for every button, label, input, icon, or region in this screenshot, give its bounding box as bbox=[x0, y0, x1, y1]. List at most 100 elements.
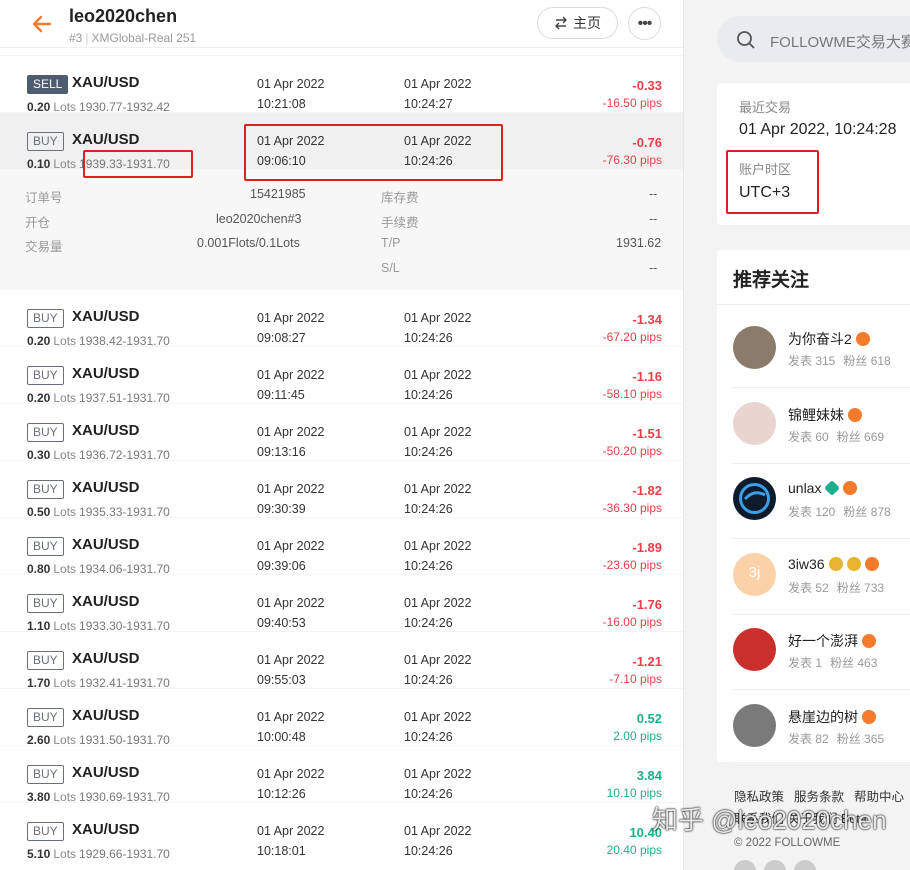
pips-value: -16.50 pips bbox=[602, 96, 662, 110]
avatar[interactable]: 3j bbox=[733, 552, 776, 596]
close-time: 10:24:26 bbox=[404, 331, 453, 345]
detail-swap-value: -- bbox=[649, 187, 658, 201]
trade-symbol: XAU/USD bbox=[72, 707, 140, 724]
user-name-row[interactable]: 为你奋斗2 bbox=[788, 329, 870, 349]
open-date: 01 Apr 2022 bbox=[257, 311, 325, 325]
user-stats: 发表 1 粉丝 463 bbox=[788, 654, 885, 671]
pips-value: -58.10 pips bbox=[602, 387, 662, 401]
avatar[interactable] bbox=[733, 628, 776, 671]
search-box[interactable]: FOLLOWME交易大赛 bbox=[717, 16, 910, 62]
pips-value: -50.20 pips bbox=[602, 444, 662, 458]
highlight-open-price bbox=[83, 150, 193, 178]
close-time: 10:24:26 bbox=[404, 844, 453, 858]
home-button[interactable]: 主页 bbox=[537, 7, 618, 39]
user-posts: 发表 120 bbox=[788, 505, 836, 519]
pk-icon bbox=[864, 556, 879, 571]
avatar[interactable] bbox=[733, 703, 776, 747]
recommended-user[interactable]: unlax 发表 120 粉丝 878 bbox=[733, 464, 910, 539]
trade-symbol: XAU/USD bbox=[72, 479, 140, 496]
open-time: 10:12:26 bbox=[257, 787, 306, 801]
account-number: #3 bbox=[69, 31, 83, 45]
copyright: © 2022 FOLLOWME bbox=[734, 837, 841, 849]
profit-loss: -1.34 bbox=[632, 312, 662, 327]
open-time: 10:21:08 bbox=[257, 97, 306, 111]
user-name[interactable]: 悬崖边的树 bbox=[788, 707, 858, 727]
trade-row[interactable]: BUY XAU/USD 1.10 Lots 1933.30-1931.70 01 Apr … bbox=[0, 574, 683, 633]
account-subtitle: #3 | XMGlobal-Real 251 bbox=[69, 31, 197, 45]
open-date: 01 Apr 2022 bbox=[257, 425, 325, 439]
user-name[interactable]: 锦鲤妹妹 bbox=[788, 405, 844, 425]
price-range: 1929.66-1931.70 bbox=[79, 847, 170, 861]
trade-row[interactable]: BUY XAU/USD 3.80 Lots 1930.69-1931.70 01 Apr … bbox=[0, 745, 683, 804]
user-name-row[interactable]: 悬崖边的树 bbox=[788, 707, 876, 727]
user-name-row[interactable]: 锦鲤妹妹 bbox=[788, 405, 862, 425]
trade-symbol: XAU/USD bbox=[72, 74, 140, 91]
trade-row[interactable]: BUY XAU/USD 1.70 Lots 1932.41-1931.70 01 Apr … bbox=[0, 631, 683, 690]
user-name[interactable]: 3iw36 bbox=[788, 556, 825, 572]
trade-detail-panel: 订单号 15421985 开仓 leo2020chen#3 交易量 0.001Flots/… bbox=[0, 169, 683, 289]
user-name[interactable]: 为你奋斗2 bbox=[788, 329, 852, 349]
user-name-row[interactable]: 好一个澎湃 bbox=[788, 631, 876, 651]
recent-trade-label: 最近交易 bbox=[739, 100, 792, 115]
trade-row[interactable]: BUY XAU/USD 2.60 Lots 1931.50-1931.70 01 Apr … bbox=[0, 688, 683, 747]
user-fans: 粉丝 618 bbox=[843, 354, 891, 368]
user-name[interactable]: 好一个澎湃 bbox=[788, 631, 858, 651]
side-badge: BUY bbox=[27, 651, 64, 670]
open-time: 09:39:06 bbox=[257, 559, 306, 573]
recommended-user[interactable]: 好一个澎湃发表 1 粉丝 463 bbox=[733, 615, 910, 690]
pk-icon bbox=[855, 332, 870, 346]
search-icon bbox=[737, 31, 755, 49]
close-date: 01 Apr 2022 bbox=[404, 710, 472, 724]
side-badge: BUY bbox=[27, 309, 64, 328]
pips-value: -7.10 pips bbox=[609, 672, 662, 686]
social-icon-3[interactable] bbox=[794, 860, 816, 870]
avatar[interactable] bbox=[733, 477, 776, 520]
profit-loss: -1.89 bbox=[632, 540, 662, 555]
side-badge: BUY bbox=[27, 708, 64, 727]
open-date: 01 Apr 2022 bbox=[257, 710, 325, 724]
side-badge: BUY bbox=[27, 765, 64, 784]
back-arrow-icon[interactable] bbox=[30, 12, 54, 36]
user-stats: 发表 52 粉丝 733 bbox=[788, 579, 892, 596]
detail-sl-value: -- bbox=[649, 261, 658, 275]
trade-symbol: XAU/USD bbox=[72, 650, 140, 667]
pips-value: -16.00 pips bbox=[602, 615, 662, 629]
close-date: 01 Apr 2022 bbox=[404, 77, 472, 91]
open-date: 01 Apr 2022 bbox=[257, 824, 325, 838]
user-posts: 发表 82 bbox=[788, 731, 829, 746]
avatar-initials: 3j bbox=[748, 563, 761, 581]
social-icon-2[interactable] bbox=[764, 860, 786, 870]
trade-row[interactable]: BUY XAU/USD 0.80 Lots 1934.06-1931.70 01 Apr … bbox=[0, 517, 683, 576]
social-icon-1[interactable] bbox=[734, 860, 756, 870]
more-button[interactable]: ••• bbox=[628, 7, 661, 40]
medal-icon bbox=[828, 556, 843, 571]
user-posts: 发表 1 bbox=[788, 656, 823, 670]
open-time: 09:13:16 bbox=[257, 445, 306, 459]
open-date: 01 Apr 2022 bbox=[257, 368, 325, 382]
avatar[interactable] bbox=[733, 401, 776, 445]
user-fans: 粉丝 463 bbox=[830, 656, 878, 670]
trade-row[interactable]: BUY XAU/USD 0.20 Lots 1938.42-1931.70 01 Apr … bbox=[0, 289, 683, 348]
recommended-user[interactable]: 3j 3iw36 发表 52 粉丝 733 bbox=[733, 540, 910, 615]
user-name-row[interactable]: 3iw36 bbox=[788, 556, 879, 572]
trade-row[interactable]: BUY XAU/USD 0.20 Lots 1937.51-1931.70 01 Apr … bbox=[0, 346, 683, 405]
avatar[interactable] bbox=[733, 326, 776, 369]
open-date: 01 Apr 2022 bbox=[257, 653, 325, 667]
user-name[interactable]: unlax bbox=[788, 480, 821, 496]
trade-row[interactable]: BUY XAU/USD 5.10 Lots 1929.66-1931.70 01 Apr … bbox=[0, 802, 683, 861]
trade-row[interactable]: SELL XAU/USD 0.20 Lots 1930.77-1932.42 01 Apr… bbox=[0, 55, 683, 114]
side-badge: BUY bbox=[27, 537, 64, 556]
detail-order-label: 订单号 bbox=[25, 191, 63, 205]
user-posts: 发表 60 bbox=[788, 429, 829, 444]
trade-row[interactable]: BUY XAU/USD 0.30 Lots 1936.72-1931.70 01 Apr … bbox=[0, 403, 683, 462]
side-badge: BUY bbox=[27, 594, 64, 613]
user-name-row[interactable]: unlax bbox=[788, 480, 858, 496]
recommended-user[interactable]: 悬崖边的树发表 82 粉丝 365 bbox=[733, 691, 910, 766]
user-posts: 发表 52 bbox=[788, 580, 829, 595]
recommended-user[interactable]: 锦鲤妹妹 发表 60 粉丝 669 bbox=[733, 389, 910, 464]
search-placeholder: FOLLOWME交易大赛 bbox=[770, 34, 910, 51]
user-stats: 发表 82 粉丝 365 bbox=[788, 730, 892, 747]
recommended-user[interactable]: 为你奋斗2 发表 315 粉丝 618 bbox=[733, 313, 910, 388]
trade-row[interactable]: BUY XAU/USD 0.50 Lots 1935.33-1931.70 01 Apr … bbox=[0, 460, 683, 519]
highlight-open-close-time bbox=[244, 124, 503, 181]
